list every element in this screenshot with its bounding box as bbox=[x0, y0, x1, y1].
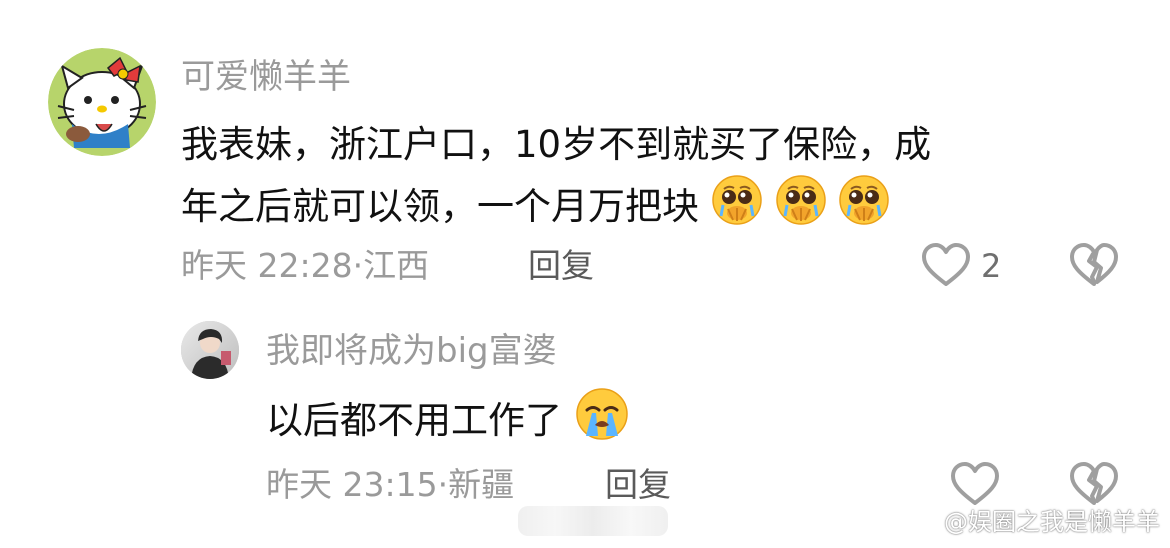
username[interactable]: 可爱懒羊羊 bbox=[181, 56, 351, 98]
pleading-face-emoji-icon bbox=[775, 174, 827, 243]
username[interactable]: 我即将成为big富婆 bbox=[266, 330, 557, 372]
meta-separator: · bbox=[437, 465, 449, 504]
comment-time: 昨天 22:28 bbox=[181, 246, 353, 285]
comment-text-line-2-text: 年之后就可以领，一个月万把块 bbox=[181, 185, 699, 228]
watermark-text: @娱圈之我是懒羊羊 bbox=[944, 508, 1160, 536]
comment-text-body: 以后都不用工作了 bbox=[266, 399, 562, 442]
reply-button[interactable]: 回复 bbox=[528, 246, 594, 286]
avatar[interactable] bbox=[181, 321, 239, 379]
comment-text-line-1: 我表妹，浙江户口，10岁不到就买了保险，成 bbox=[181, 123, 932, 166]
dislike-button[interactable] bbox=[1068, 240, 1120, 292]
comment-location: 新疆 bbox=[448, 465, 515, 504]
weibo-logo-icon bbox=[904, 506, 938, 540]
comment-meta: 昨天 23:15·新疆 bbox=[266, 465, 514, 505]
crying-face-emoji-icon bbox=[574, 386, 630, 459]
comment-meta: 昨天 22:28·江西 bbox=[181, 246, 429, 286]
comment-text: 以后都不用工作了 bbox=[266, 386, 630, 459]
comment-text-line-2: 年之后就可以领，一个月万把块 bbox=[181, 174, 931, 243]
hello-kitty-avatar-icon bbox=[48, 48, 156, 156]
blurred-content bbox=[518, 506, 668, 536]
reply-button[interactable]: 回复 bbox=[605, 465, 671, 505]
person-avatar-icon bbox=[181, 321, 239, 379]
watermark: @娱圈之我是懒羊羊 bbox=[904, 502, 1160, 540]
heart-icon bbox=[922, 243, 970, 286]
comment-time: 昨天 23:15 bbox=[266, 465, 438, 504]
comment-location: 江西 bbox=[363, 246, 430, 285]
pleading-face-emoji-icon bbox=[711, 174, 763, 243]
like-button[interactable] bbox=[920, 240, 972, 292]
like-count: 2 bbox=[981, 247, 1002, 285]
pleading-face-emoji-icon bbox=[838, 174, 890, 243]
meta-separator: · bbox=[352, 246, 364, 285]
broken-heart-icon bbox=[1070, 243, 1118, 286]
comment-text: 我表妹，浙江户口，10岁不到就买了保险，成 年之后就可以领，一个月万把块 bbox=[181, 116, 931, 243]
avatar[interactable] bbox=[48, 48, 156, 156]
